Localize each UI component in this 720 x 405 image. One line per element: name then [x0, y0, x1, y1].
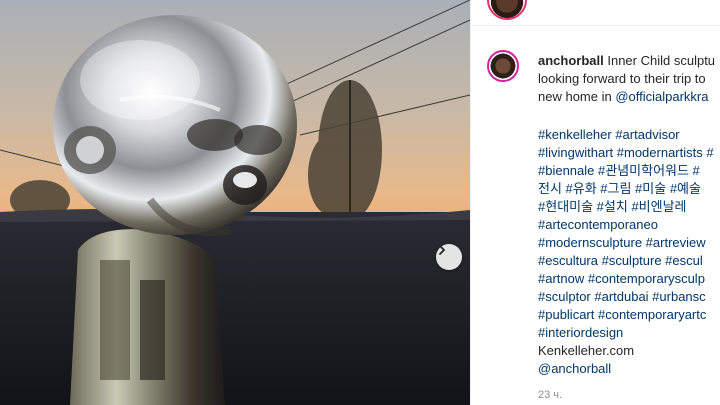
comment-avatar[interactable]	[487, 50, 519, 82]
hashtag-line[interactable]: #modernsculpture #artreview	[538, 234, 720, 252]
post-timestamp[interactable]: 23 ч.	[538, 389, 562, 401]
header-divider	[471, 25, 720, 26]
chevron-right-icon	[439, 245, 445, 255]
caption-line-1: Inner Child sculptu	[603, 53, 716, 68]
post-photo[interactable]	[0, 0, 470, 405]
post-caption: anchorball Inner Child sculptu looking f…	[538, 52, 720, 106]
caption-line-3: new home in	[538, 89, 616, 104]
hashtag-block: #kenkelleher #artadvisor #livingwithart …	[538, 126, 720, 378]
hashtag-line[interactable]: #publicart #contemporaryartc	[538, 306, 720, 324]
hashtag-line[interactable]: #artnow #contemporarysculp	[538, 270, 720, 288]
caption-username[interactable]: anchorball	[538, 53, 604, 68]
hashtag-line[interactable]: #artecontemporaneo	[538, 216, 720, 234]
next-photo-button[interactable]	[436, 244, 462, 270]
user-mention-link[interactable]: @anchorball	[538, 360, 720, 378]
hashtag-line[interactable]: #biennale #관념미학어워드 #	[538, 162, 720, 180]
website-text: Kenkelleher.com	[538, 343, 635, 358]
hashtag-line[interactable]: 전시 #유화 #그림 #미술 #예술	[538, 180, 720, 198]
post-side-panel: anchorball Inner Child sculptu looking f…	[470, 0, 720, 405]
hashtag-line[interactable]: #sculptor #artdubai #urbansc	[538, 288, 720, 306]
header-avatar[interactable]	[487, 0, 527, 20]
hashtag-line[interactable]: #kenkelleher #artadvisor	[538, 126, 720, 144]
caption-line-2: looking forward to their trip to	[538, 71, 706, 86]
hashtag-line[interactable]: #현대미술 #설치 #비엔날레	[538, 198, 720, 216]
caption-mention-link[interactable]: @officialparkkra	[615, 89, 708, 104]
hashtag-line[interactable]: #escultura #sculpture #escul	[538, 252, 720, 270]
sculpture-photo-image	[0, 0, 470, 405]
hashtag-line[interactable]: #interiordesign	[538, 324, 720, 342]
hashtag-line[interactable]: #livingwithart #modernartists #	[538, 144, 720, 162]
